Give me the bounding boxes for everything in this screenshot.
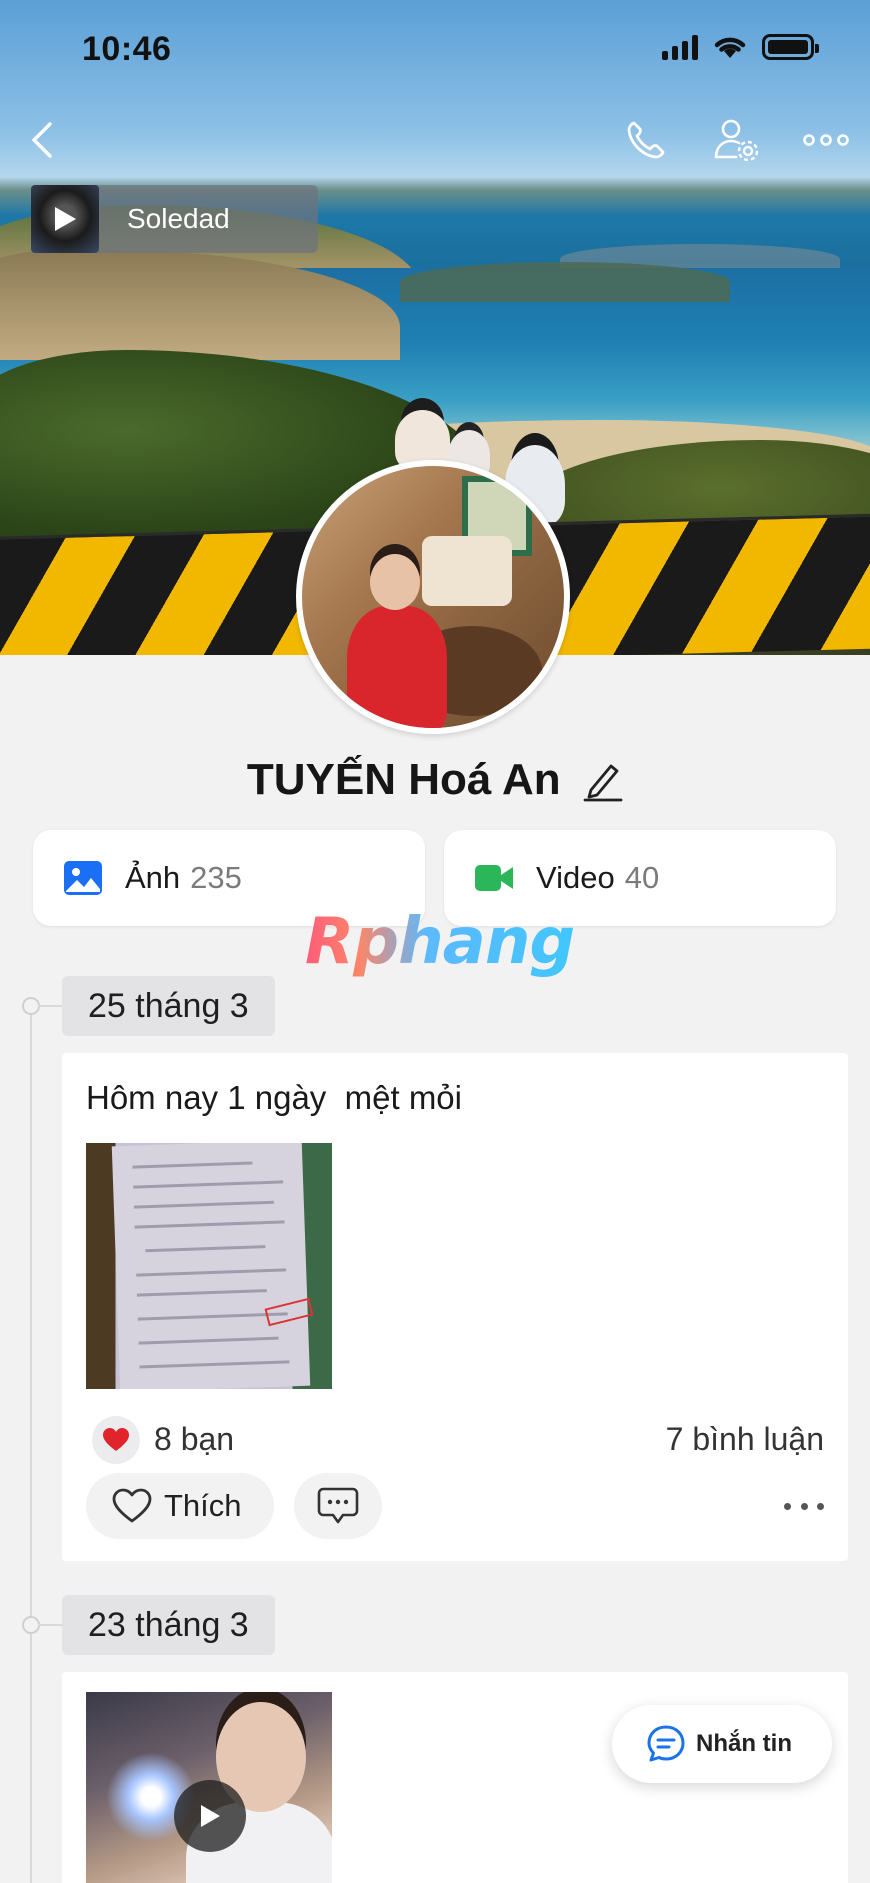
image-icon	[64, 861, 102, 895]
status-time: 10:46	[82, 30, 172, 68]
cover-island	[400, 262, 730, 302]
profile-name: TUYẾN Hoá An	[246, 755, 561, 804]
send-message-button[interactable]: Nhắn tin	[612, 1705, 832, 1783]
call-button[interactable]	[616, 110, 676, 170]
watermark-logo: Rphang	[305, 905, 575, 979]
heart-icon	[103, 1428, 129, 1451]
document-paper	[111, 1143, 311, 1389]
timeline-connector	[38, 1624, 62, 1626]
user-settings-icon	[714, 119, 759, 162]
more-options-button[interactable]	[796, 110, 856, 170]
wifi-icon	[714, 37, 746, 58]
comment-button[interactable]	[294, 1473, 382, 1539]
avatar-person	[342, 546, 447, 728]
like-button[interactable]: Thích	[86, 1473, 274, 1539]
timeline-line	[30, 1005, 32, 1883]
post-actions: Thích	[62, 1473, 848, 1539]
play-video-button[interactable]	[174, 1780, 246, 1852]
post-photo[interactable]	[86, 1143, 332, 1389]
like-label: Thích	[164, 1488, 242, 1523]
music-thumbnail	[31, 185, 99, 253]
post-video[interactable]	[86, 1692, 332, 1883]
status-icons	[662, 34, 819, 60]
chevron-left-icon	[32, 122, 52, 158]
chat-bubble-icon	[647, 1725, 685, 1762]
post-reactions: 8 bạn 7 bình luận	[62, 1411, 848, 1471]
music-title: Soledad	[127, 203, 230, 234]
video-camera-icon	[475, 865, 513, 891]
cellular-signal-icon	[662, 34, 698, 60]
photos-label: Ảnh	[125, 860, 181, 895]
play-icon	[201, 1805, 220, 1827]
phone-icon	[627, 121, 665, 159]
post-text: Hôm nay 1 ngày mệt mỏi	[86, 1079, 462, 1116]
profile-music-chip[interactable]: Soledad	[31, 185, 318, 253]
reaction-heart[interactable]	[92, 1416, 140, 1464]
date-chip: 25 tháng 3	[62, 976, 275, 1036]
post-more-button[interactable]	[784, 1491, 824, 1521]
send-message-label: Nhắn tin	[696, 1730, 792, 1757]
videos-label: Video	[536, 860, 615, 895]
edit-name-button[interactable]	[583, 758, 623, 802]
avatar[interactable]	[296, 460, 570, 734]
back-button[interactable]	[12, 110, 72, 170]
post-card: Hôm nay 1 ngày mệt mỏi 8 bạn 7 bình luận	[62, 1053, 848, 1561]
photos-count: 235	[190, 860, 242, 895]
profile-settings-button[interactable]	[706, 110, 766, 170]
heart-outline-icon	[112, 1488, 152, 1523]
play-icon	[55, 207, 76, 231]
timeline-connector	[38, 1005, 62, 1007]
profile-name-row: TUYẾN Hoá An	[0, 755, 870, 805]
comment-count[interactable]: 7 bình luận	[666, 1421, 824, 1458]
top-nav	[0, 110, 870, 170]
reaction-count[interactable]: 8 bạn	[154, 1421, 234, 1458]
videos-count: 40	[624, 860, 660, 895]
date-chip: 23 tháng 3	[62, 1595, 275, 1655]
status-bar: 10:46	[0, 0, 870, 100]
more-horizontal-icon	[803, 134, 849, 146]
pencil-icon	[583, 764, 623, 802]
battery-icon	[762, 34, 819, 60]
comment-icon	[317, 1487, 359, 1524]
